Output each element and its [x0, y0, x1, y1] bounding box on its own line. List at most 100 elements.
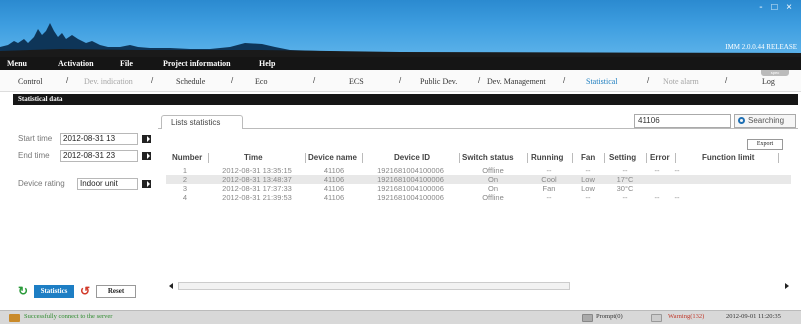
nav-statistical[interactable]: Statistical	[586, 77, 618, 86]
cell-number: 3	[182, 184, 188, 193]
server-connection-icon	[9, 314, 20, 322]
scroll-left-icon[interactable]	[166, 281, 176, 291]
column-header-device-name[interactable]: Device name	[308, 153, 357, 162]
column-header-function-limit[interactable]: Function limit	[702, 153, 754, 162]
status-datetime: 2012-09-01 11:20:35	[726, 313, 781, 320]
cell-error: --	[654, 166, 660, 175]
section-title: Statistical data	[18, 95, 63, 103]
cell-error: --	[654, 193, 660, 202]
column-header-number[interactable]: Number	[172, 153, 202, 162]
device-rating-dropdown-icon[interactable]	[142, 180, 151, 188]
menu-item-help[interactable]: Help	[259, 59, 275, 68]
search-icon	[738, 117, 745, 124]
menu-item-file[interactable]: File	[120, 59, 133, 68]
nav-public-dev[interactable]: Public Dev.	[420, 77, 457, 86]
cell-device-name: 41106	[323, 184, 345, 193]
cell-device-id: 1921681004100006	[377, 166, 444, 175]
menu-item-project-information[interactable]: Project information	[163, 59, 231, 68]
table-row[interactable]: 2 2012-08-31 13:48:37 41106 192168100410…	[166, 175, 791, 184]
cell-function-limit: --	[674, 166, 680, 175]
release-version: IMM 2.0.0.44 RELEASE	[725, 43, 797, 51]
search-button-label: Searching	[748, 116, 785, 125]
reset-icon: ↺	[80, 284, 91, 298]
nav-dev-indication[interactable]: Dev. indication	[84, 77, 133, 86]
nav-eco[interactable]: Eco	[255, 77, 267, 86]
export-button[interactable]: Export	[747, 139, 783, 150]
column-divider	[527, 153, 528, 163]
table-row[interactable]: 3 2012-08-31 17:37:33 41106 192168100410…	[166, 184, 791, 193]
nav-log[interactable]: Log	[762, 77, 775, 86]
menu-item-menu[interactable]: Menu	[7, 59, 27, 68]
horizontal-scrollbar[interactable]	[166, 281, 791, 291]
scroll-right-icon[interactable]	[781, 281, 791, 291]
cell-running: --	[546, 166, 552, 175]
nav-separator: /	[399, 76, 402, 85]
nav-schedule[interactable]: Schedule	[176, 77, 205, 86]
end-time-label: End time	[18, 151, 50, 160]
cell-running: Cool	[541, 175, 557, 184]
cell-setting: 30°C	[616, 184, 634, 193]
column-header-device-id[interactable]: Device ID	[394, 153, 430, 162]
column-divider	[208, 153, 209, 163]
column-header-setting[interactable]: Setting	[609, 153, 636, 162]
status-message: Successfully connect to the server	[24, 313, 113, 320]
column-header-switch-status[interactable]: Switch status	[462, 153, 514, 162]
tab-lists-statistics[interactable]: Lists statistics	[161, 115, 243, 129]
cell-time: 2012-08-31 21:39:53	[222, 193, 292, 202]
cell-switch-status: Offline	[482, 166, 504, 175]
scrollbar-thumb[interactable]	[178, 282, 570, 290]
column-divider	[572, 153, 573, 163]
column-divider	[305, 153, 306, 163]
column-divider	[778, 153, 779, 163]
warning-icon	[651, 314, 662, 322]
table-row[interactable]: 4 2012-08-31 21:39:53 41106 192168100410…	[166, 193, 791, 202]
nav-separator: /	[231, 76, 234, 85]
reset-button[interactable]: Reset	[96, 285, 136, 298]
section-header: Statistical data	[13, 94, 798, 105]
nav-separator: /	[647, 76, 650, 85]
search-button[interactable]: Searching	[734, 114, 796, 128]
warning-counter[interactable]: Warning(132)	[668, 313, 704, 320]
nav-note-alarm[interactable]: Note alarm	[663, 77, 699, 86]
nav-separator: /	[563, 76, 566, 85]
tab-divider	[158, 128, 798, 129]
start-time-picker-icon[interactable]	[142, 135, 151, 143]
cell-setting: 17°C	[616, 175, 634, 184]
cell-device-name: 41106	[323, 175, 345, 184]
prompt-counter[interactable]: Prompt(0)	[596, 313, 623, 320]
statistics-button[interactable]: Statistics	[34, 285, 74, 298]
search-input[interactable]: 41106	[634, 114, 731, 128]
column-divider	[604, 153, 605, 163]
window-controls[interactable]: - □ ×	[759, 2, 795, 13]
city-skyline-logo	[0, 23, 801, 57]
nav-separator: /	[151, 76, 154, 85]
cell-setting: --	[622, 193, 628, 202]
cell-number: 2	[182, 175, 188, 184]
menu-item-activation[interactable]: Activation	[58, 59, 94, 68]
cell-device-name: 41106	[323, 166, 345, 175]
nav-control[interactable]: Control	[18, 77, 42, 86]
column-header-error[interactable]: Error	[650, 153, 670, 162]
table-row[interactable]: 1 2012-08-31 13:35:15 41106 192168100410…	[166, 166, 791, 175]
cell-fan: --	[585, 193, 591, 202]
start-time-field[interactable]: 2012-08-31 13	[60, 133, 138, 145]
status-bar: Successfully connect to the server Promp…	[0, 310, 801, 324]
start-time-label: Start time	[18, 134, 53, 143]
cell-function-limit: --	[674, 193, 680, 202]
cell-setting: --	[622, 166, 628, 175]
nav-ecs[interactable]: ECS	[349, 77, 364, 86]
column-header-running[interactable]: Running	[531, 153, 563, 162]
column-divider	[459, 153, 460, 163]
nav-dev-management[interactable]: Dev. Management	[487, 77, 546, 86]
nav-tag: spec	[761, 70, 789, 76]
list-panel: Lists statistics 41106 Searching Export …	[158, 108, 798, 298]
device-rating-select[interactable]: Indoor unit	[77, 178, 138, 190]
cell-running: Fan	[542, 184, 556, 193]
end-time-picker-icon[interactable]	[142, 152, 151, 160]
nav-separator: /	[313, 76, 316, 85]
column-header-fan[interactable]: Fan	[581, 153, 595, 162]
end-time-field[interactable]: 2012-08-31 23	[60, 150, 138, 162]
cell-device-id: 1921681004100006	[377, 184, 444, 193]
cell-switch-status: Offline	[482, 193, 504, 202]
column-header-time[interactable]: Time	[244, 153, 263, 162]
